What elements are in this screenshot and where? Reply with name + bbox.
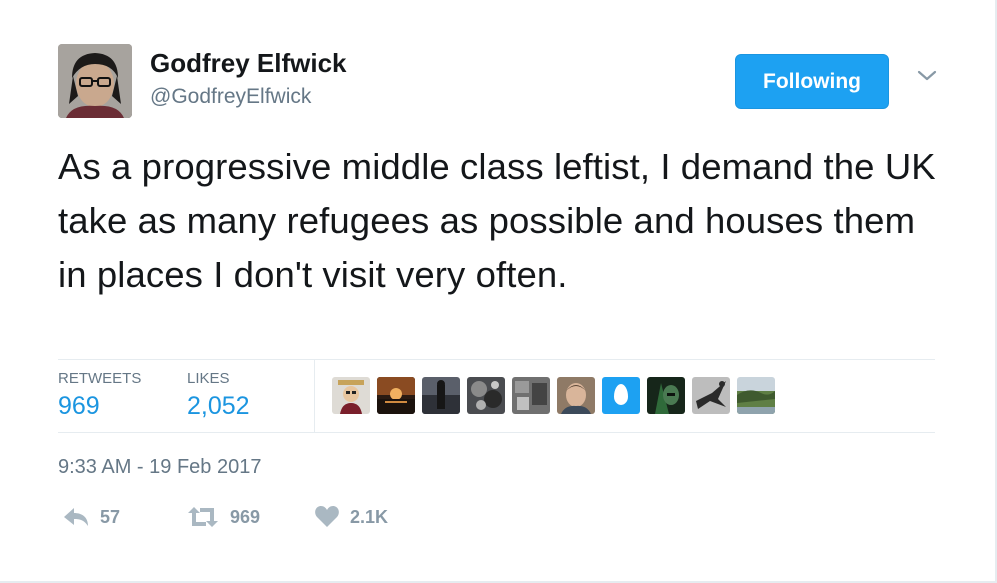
retweets-count[interactable]: 969	[58, 392, 100, 421]
tweet-text: As a progressive middle class leftist, I…	[58, 146, 936, 295]
stats-bottom-divider	[58, 432, 935, 433]
avatar-photo-icon	[58, 44, 132, 118]
reply-button[interactable]: 57	[62, 500, 120, 534]
egg-icon	[614, 384, 628, 405]
liker-avatar-10[interactable]	[737, 377, 775, 414]
likes-count[interactable]: 2,052	[187, 392, 250, 421]
user-handle[interactable]: @GodfreyElfwick	[150, 85, 311, 109]
heart-icon	[315, 506, 339, 527]
like-button[interactable]: 2.1K	[314, 500, 388, 534]
liker-avatar-egg[interactable]	[602, 377, 640, 414]
like-count: 2.1K	[350, 506, 389, 527]
tweet-timestamp[interactable]: 9:33 AM - 19 Feb 2017	[58, 456, 261, 479]
liker-avatar-3[interactable]	[422, 377, 460, 414]
liker-avatar-5[interactable]	[512, 377, 550, 414]
liker-avatar-1[interactable]	[332, 377, 370, 414]
liker-avatar-2[interactable]	[377, 377, 415, 414]
retweet-icon	[188, 507, 218, 527]
stats-top-divider	[58, 359, 935, 360]
stats-separator	[314, 360, 315, 432]
liker-avatar-9[interactable]	[692, 377, 730, 414]
user-name[interactable]: Godfrey Elfwick	[150, 48, 347, 79]
retweets-label: RETWEETS	[58, 370, 142, 387]
reply-count: 57	[100, 506, 121, 527]
user-avatar[interactable]	[58, 44, 132, 118]
retweet-button[interactable]: 969	[186, 500, 260, 534]
retweet-count: 969	[230, 506, 261, 527]
reply-icon	[64, 508, 88, 526]
following-button[interactable]: Following	[735, 54, 889, 109]
liker-avatars	[332, 377, 775, 414]
liker-avatar-8[interactable]	[647, 377, 685, 414]
liker-avatar-6[interactable]	[557, 377, 595, 414]
liker-avatar-4[interactable]	[467, 377, 505, 414]
chevron-down-icon[interactable]	[915, 68, 939, 84]
likes-label: LIKES	[187, 370, 230, 387]
